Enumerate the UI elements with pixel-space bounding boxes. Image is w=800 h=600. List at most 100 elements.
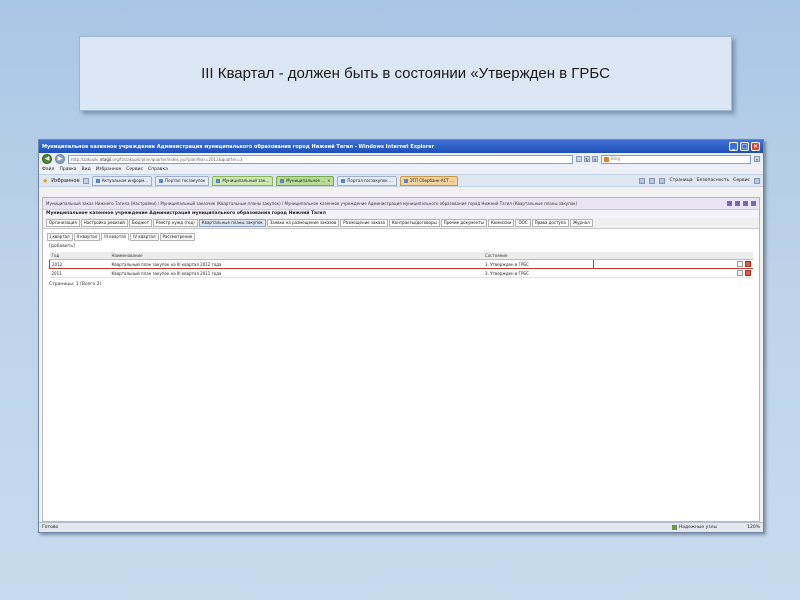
tab-label: Портал госзакупок ... xyxy=(347,178,393,183)
page-icon xyxy=(95,178,100,183)
tab-label: Портал госзакупок xyxy=(165,178,206,183)
page-icon xyxy=(159,178,164,183)
page-icon xyxy=(403,178,408,183)
breadcrumb-text[interactable]: Муниципальный заказ Нижнего Тагила (Наст… xyxy=(46,201,727,206)
url-prefix: http://zakupki. xyxy=(71,156,100,162)
nav-journal[interactable]: Журнал xyxy=(569,219,593,227)
table-row[interactable]: 2011 Квартальный план закупок на III ква… xyxy=(49,268,753,278)
edit-icon[interactable] xyxy=(737,270,743,276)
breadcrumb: Муниципальный заказ Нижнего Тагила (Наст… xyxy=(43,198,759,210)
page-icon xyxy=(341,178,346,183)
help-icon[interactable] xyxy=(754,177,760,184)
tabs-bar: ★ Избранное Актуальная информ... Портал … xyxy=(39,174,763,187)
search-icon[interactable]: ⌕ xyxy=(754,156,760,162)
nav-oos[interactable]: ООС xyxy=(515,219,531,227)
zoom-level[interactable]: 120% xyxy=(747,525,760,530)
nav-budget[interactable]: Бюджет xyxy=(128,219,153,227)
tool-page-menu[interactable]: Страница xyxy=(669,178,692,183)
menu-tools[interactable]: Сервис xyxy=(126,167,143,172)
slide-title: III Квартал - должен быть в состоянии «У… xyxy=(201,65,610,82)
nav-other-docs[interactable]: Прочие документы xyxy=(440,219,487,227)
page-title: Муниципальное казенное учреждение Админи… xyxy=(43,210,759,218)
forward-button[interactable]: ▶ xyxy=(55,154,65,164)
home-icon[interactable] xyxy=(639,177,646,184)
browser-tab[interactable]: Портал госзакупок xyxy=(155,175,210,186)
user-icon[interactable] xyxy=(743,201,748,206)
nav-order-placement[interactable]: Размещение заказа xyxy=(340,219,388,227)
menu-view[interactable]: Вид xyxy=(82,167,91,172)
tab-close-icon[interactable]: × xyxy=(327,178,330,183)
compat-view-icon[interactable] xyxy=(576,156,582,162)
table-row[interactable]: 2012 Квартальный план закупок на III ква… xyxy=(49,259,753,269)
edit-icon[interactable] xyxy=(737,261,743,267)
add-link[interactable]: [добавить] xyxy=(43,242,759,251)
nav-needs-registry[interactable]: Реестр нужд (год) xyxy=(153,219,198,227)
nav-contracts[interactable]: Контракты/договоры xyxy=(388,219,440,227)
browser-tab[interactable]: Актуальная информ... xyxy=(91,175,153,186)
window-title: Муниципальное казенное учреждение Админи… xyxy=(42,143,435,150)
nav-commissions[interactable]: Комиссии xyxy=(487,219,515,227)
plans-table: Год Наименование Состояние 2012 Кварталь… xyxy=(49,252,753,278)
col-state: Состояние xyxy=(483,252,593,260)
tab-label: ЭТП Сбербанк-АСТ ... xyxy=(409,178,454,183)
search-placeholder: Bing xyxy=(611,156,620,161)
tab-quarter-4[interactable]: IV квартал xyxy=(130,233,159,241)
minimize-button[interactable]: _ xyxy=(729,142,738,151)
tab-review[interactable]: Рассмотрение xyxy=(159,233,196,241)
back-page-icon[interactable] xyxy=(751,201,756,206)
stop-icon[interactable]: × xyxy=(592,156,598,162)
quarter-tabs: I квартал II квартал III квартал IV квар… xyxy=(43,229,759,242)
cell-name[interactable]: Квартальный план закупок на III квартал … xyxy=(109,268,483,278)
cell-empty xyxy=(593,259,733,269)
col-actions xyxy=(733,252,753,260)
security-zone: Надежные узлы xyxy=(671,525,717,530)
zone-icon xyxy=(671,525,677,530)
cell-year: 2012 xyxy=(49,259,110,269)
cell-actions xyxy=(733,268,753,278)
nav-order-requests[interactable]: Заявки на размещение заказов xyxy=(266,219,340,227)
add-favorite-icon[interactable] xyxy=(82,177,89,184)
browser-tab-active[interactable]: Муниципальное ... × xyxy=(276,175,335,186)
address-bar[interactable]: http://zakupki.ntagil.org/fz/zakupki/pla… xyxy=(68,154,573,164)
menu-edit[interactable]: Правка xyxy=(59,167,76,172)
cell-name[interactable]: Квартальный план закупок на III квартал … xyxy=(109,259,483,269)
tool-security-menu[interactable]: Безопасность xyxy=(697,178,730,183)
browser-tab[interactable]: ЭТП Сбербанк-АСТ ... xyxy=(399,175,458,186)
close-button[interactable]: × xyxy=(751,142,760,151)
menu-bar: Файл Правка Вид Избранное Сервис Справка xyxy=(39,165,763,174)
menu-file[interactable]: Файл xyxy=(42,167,54,172)
tab-quarter-3[interactable]: III квартал xyxy=(101,233,130,241)
delete-icon[interactable] xyxy=(745,261,751,267)
nav-quarterly-plans[interactable]: Квартальные планы закупок xyxy=(198,219,266,227)
table-header: Год Наименование Состояние xyxy=(49,252,753,260)
address-toolbar: ◀ ▶ http://zakupki.ntagil.org/fz/zakupki… xyxy=(39,153,763,165)
tab-quarter-2[interactable]: II квартал xyxy=(73,233,101,241)
pager: Страницы: 1 (Всего 2) xyxy=(49,282,102,287)
print-icon[interactable] xyxy=(659,177,666,184)
section-nav: Организация Настройка ревизий Бюджет Рее… xyxy=(43,218,759,229)
tool-service-menu[interactable]: Сервис xyxy=(733,178,750,183)
search-input[interactable]: Bing xyxy=(601,154,751,164)
cell-year: 2011 xyxy=(49,268,110,278)
home-page-icon[interactable] xyxy=(735,201,740,206)
back-button[interactable]: ◀ xyxy=(42,154,52,164)
cell-state: 3. Утвержден в ГРБС xyxy=(483,259,594,269)
star-icon[interactable]: ★ xyxy=(42,177,48,185)
browser-tab[interactable]: Портал госзакупок ... xyxy=(337,175,397,186)
url-rest: .org/fz/zakupki/plan/quarter/index.jsp?p… xyxy=(111,156,243,162)
nav-revision-settings[interactable]: Настройка ревизий xyxy=(80,219,128,227)
menu-favorites[interactable]: Избранное xyxy=(96,167,122,172)
browser-tab[interactable]: Муниципальный зак... xyxy=(212,175,274,186)
slide-title-box: III Квартал - должен быть в состоянии «У… xyxy=(79,36,732,111)
favorites-button[interactable]: Избранное xyxy=(51,178,79,184)
search-provider-icon xyxy=(604,156,609,162)
nav-organization[interactable]: Организация xyxy=(46,219,80,227)
feeds-icon[interactable] xyxy=(649,177,656,184)
delete-icon[interactable] xyxy=(745,270,751,276)
nav-access-rights[interactable]: Права доступа xyxy=(531,219,569,227)
menu-help[interactable]: Справка xyxy=(148,167,168,172)
print-page-icon[interactable] xyxy=(727,201,732,206)
refresh-icon[interactable]: ↻ xyxy=(584,156,590,162)
tab-quarter-1[interactable]: I квартал xyxy=(47,233,73,241)
maximize-button[interactable]: □ xyxy=(740,142,749,151)
